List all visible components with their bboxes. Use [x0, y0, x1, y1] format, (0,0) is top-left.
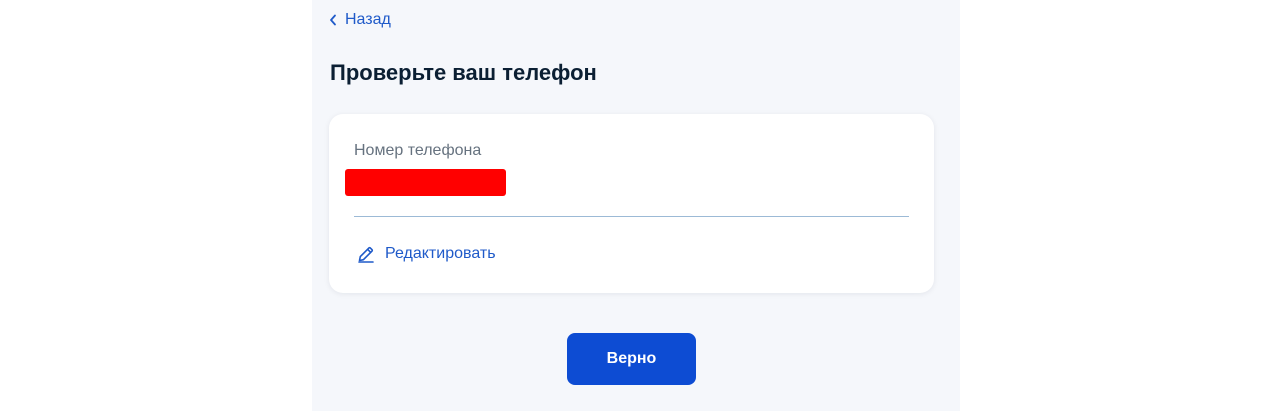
- phone-card: Номер телефона Редактировать: [329, 114, 934, 293]
- phone-number-value: [345, 169, 506, 196]
- chevron-left-icon: [329, 14, 337, 26]
- page-title: Проверьте ваш телефон: [330, 60, 597, 85]
- phone-field-underline: [354, 216, 909, 217]
- back-link-label: Назад: [345, 11, 391, 28]
- back-link[interactable]: Назад: [329, 10, 391, 30]
- confirm-button[interactable]: Верно: [567, 333, 696, 385]
- pencil-icon: [357, 245, 375, 263]
- edit-phone-link[interactable]: Редактировать: [357, 245, 496, 263]
- edit-phone-label: Редактировать: [385, 245, 496, 262]
- phone-field-label: Номер телефона: [354, 142, 482, 159]
